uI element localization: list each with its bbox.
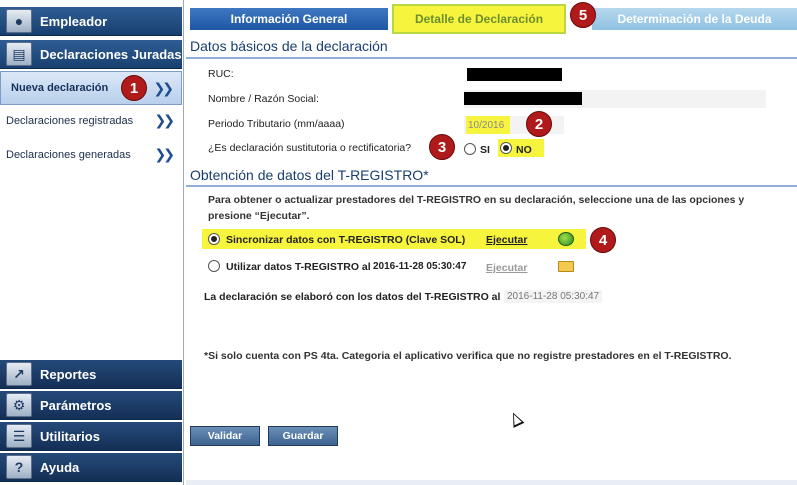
sidebar-item-label: Declaraciones registradas xyxy=(6,115,134,127)
sidebar-empleador[interactable]: ● Empleador xyxy=(0,7,182,36)
sidebar-item-label: Declaraciones generadas xyxy=(6,149,131,161)
tab-informacion-general[interactable]: Información General xyxy=(190,8,388,30)
utilizar-label: Utilizar datos T-REGISTRO al xyxy=(226,261,371,273)
divider xyxy=(186,57,797,59)
radio-si-label: SI xyxy=(480,144,490,156)
elaboro-timestamp: 2016-11-28 05:30:47 xyxy=(504,290,603,303)
sidebar-item-declaraciones-generadas[interactable]: Declaraciones generadas ❯❯ xyxy=(0,138,182,172)
sidebar-parametros[interactable]: ⚙ Parámetros xyxy=(0,391,182,420)
elaboro-label: La declaración se elaboró con los datos … xyxy=(204,291,501,303)
divider xyxy=(186,185,797,187)
ejecutar-sync-link[interactable]: Ejecutar xyxy=(486,234,527,246)
tab-detalle-declaracion[interactable]: Detalle de Declaración xyxy=(392,4,566,34)
mouse-cursor-icon xyxy=(507,410,525,428)
double-chevron-icon: ❯❯ xyxy=(154,112,176,128)
double-chevron-icon: ❯❯ xyxy=(153,80,175,96)
sidebar-reportes-label: Reportes xyxy=(40,366,97,382)
ejecutar-utilizar-link[interactable]: Ejecutar xyxy=(486,262,527,274)
guardar-button[interactable]: Guardar xyxy=(268,426,338,446)
sidebar-parametros-label: Parámetros xyxy=(40,397,112,413)
sidebar-declaraciones[interactable]: ▤ Declaraciones Juradas xyxy=(0,40,182,69)
sustitutoria-label: ¿Es declaración sustitutoria o rectifica… xyxy=(208,142,412,154)
nombre-label: Nombre / Razón Social: xyxy=(208,93,319,105)
sidebar-item-label: Nueva declaración xyxy=(11,82,109,94)
tab-determinacion-deuda[interactable]: Determinación de la Deuda xyxy=(592,8,797,30)
tab-bar: Información General Detalle de Declaraci… xyxy=(190,4,797,34)
ruc-label: RUC: xyxy=(208,68,234,80)
sync-icon[interactable] xyxy=(558,232,574,246)
validar-button[interactable]: Validar xyxy=(190,426,260,446)
sliders-icon: ☰ xyxy=(6,424,32,448)
main-content: Datos básicos de la declaración RUC: Nom… xyxy=(186,34,797,485)
badge-2: 2 xyxy=(526,111,552,137)
periodo-label: Periodo Tributario (mm/aaaa) xyxy=(208,118,345,130)
sidebar-empleador-label: Empleador xyxy=(40,13,108,29)
sidebar-utilitarios[interactable]: ☰ Utilitarios xyxy=(0,422,182,451)
chart-icon: ↗ xyxy=(6,362,32,386)
person-icon: ● xyxy=(6,9,32,33)
sidebar-utilitarios-label: Utilitarios xyxy=(40,428,100,444)
periodo-field[interactable]: 10/2016 xyxy=(466,116,510,134)
sidebar-ayuda[interactable]: ? Ayuda xyxy=(0,453,182,482)
radio-no[interactable] xyxy=(500,142,512,154)
badge-3: 3 xyxy=(429,134,455,160)
document-icon: ▤ xyxy=(6,42,32,66)
bottom-border xyxy=(186,480,797,485)
sincronizar-label: Sincronizar datos con T-REGISTRO (Clave … xyxy=(226,234,466,246)
radio-sincronizar[interactable] xyxy=(208,233,220,245)
instruction-paragraph: Para obtener o actualizar prestadores de… xyxy=(208,194,745,222)
sidebar-reportes[interactable]: ↗ Reportes xyxy=(0,360,182,389)
radio-utilizar[interactable] xyxy=(208,260,220,272)
radio-si[interactable] xyxy=(464,143,476,155)
sidebar-item-nueva-declaracion[interactable]: Nueva declaración ❯❯ xyxy=(0,71,182,105)
sidebar: ● Empleador ▤ Declaraciones Juradas Nuev… xyxy=(0,0,184,485)
badge-5: 5 xyxy=(570,2,596,28)
gear-icon: ⚙ xyxy=(6,393,32,417)
utilizar-timestamp: 2016-11-28 05:30:47 xyxy=(373,261,467,272)
double-chevron-icon: ❯❯ xyxy=(154,146,176,162)
ruc-redacted xyxy=(467,68,562,81)
section-datos-basicos-title: Datos básicos de la declaración xyxy=(190,38,388,54)
sidebar-item-declaraciones-registradas[interactable]: Declaraciones registradas ❯❯ xyxy=(0,104,182,138)
radio-no-label: NO xyxy=(516,144,532,156)
nombre-redacted xyxy=(464,92,582,105)
badge-4: 4 xyxy=(590,227,616,253)
footnote: *Si solo cuenta con PS 4ta. Categoria el… xyxy=(204,350,732,362)
help-icon: ? xyxy=(6,455,32,479)
section-tregistro-title: Obtención de datos del T-REGISTRO* xyxy=(190,167,429,183)
sidebar-ayuda-label: Ayuda xyxy=(40,459,80,475)
folder-icon[interactable] xyxy=(558,261,574,272)
sidebar-declaraciones-label: Declaraciones Juradas xyxy=(40,46,182,62)
badge-1: 1 xyxy=(121,75,147,101)
